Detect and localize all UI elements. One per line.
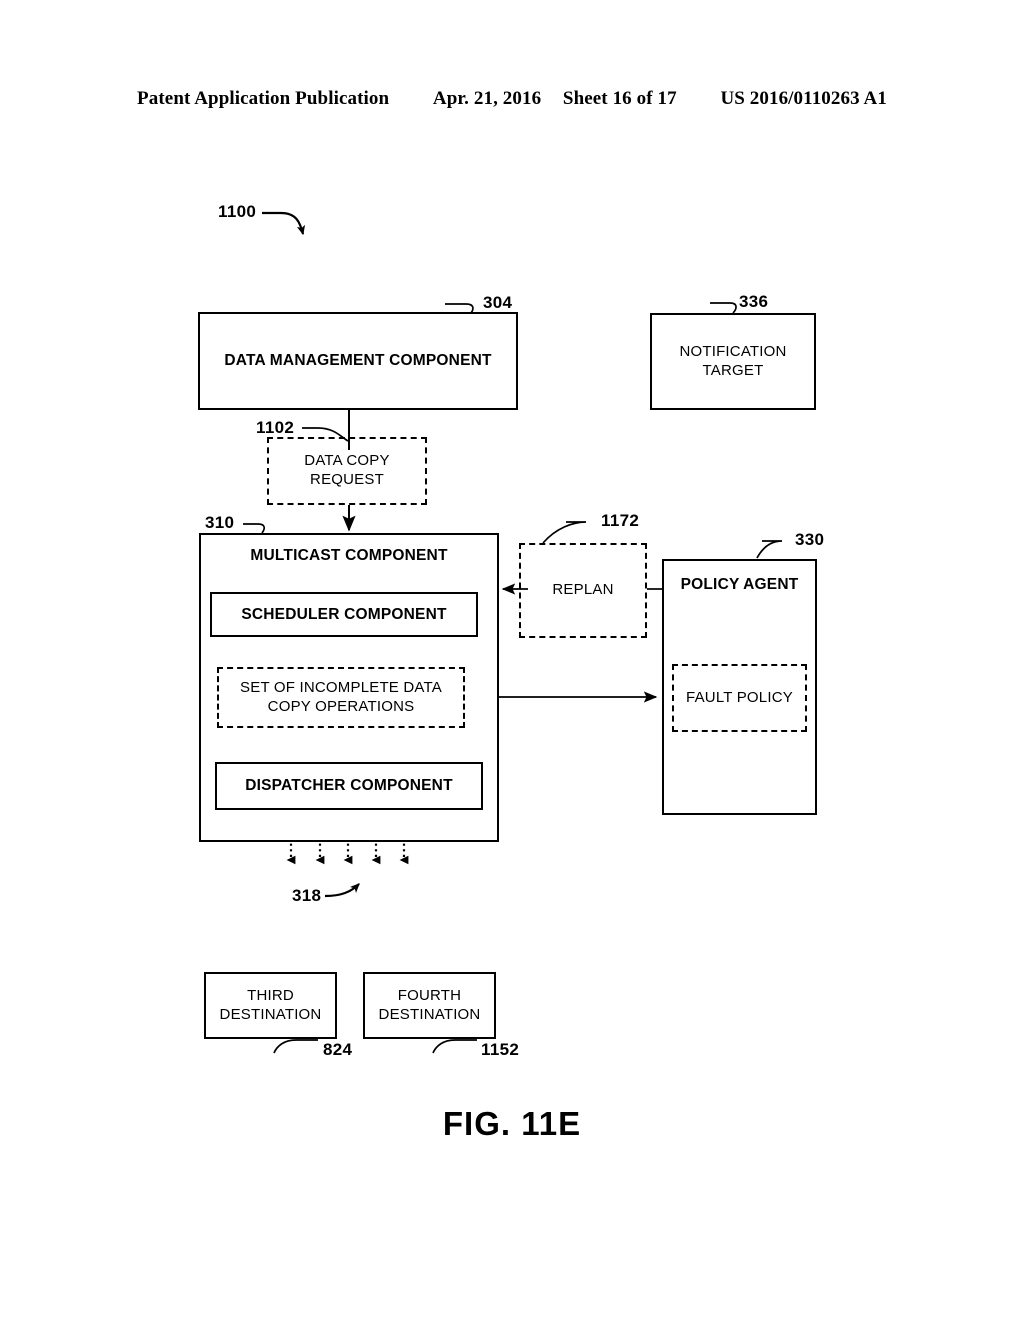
leader-1100 bbox=[262, 211, 306, 236]
multicast-component-label: MULTICAST COMPONENT bbox=[250, 547, 448, 564]
figure-caption: FIG. 11E bbox=[442, 1105, 582, 1142]
third-destination-label: THIRD DESTINATION bbox=[220, 987, 322, 1025]
ref-1100: 1100 bbox=[218, 202, 257, 221]
replan-label: REPLAN bbox=[552, 581, 614, 599]
dispatcher-component-label: DISPATCHER COMPONENT bbox=[245, 777, 453, 795]
data-copy-request-label: DATA COPY REQUEST bbox=[304, 452, 389, 490]
incomplete-ops-line-1: SET OF INCOMPLETE DATA bbox=[240, 678, 442, 696]
leader-336 bbox=[710, 302, 737, 314]
notification-target-line-1: NOTIFICATION bbox=[679, 342, 787, 360]
third-destination-line-1: THIRD bbox=[247, 986, 294, 1004]
replan-box[interactable]: REPLAN bbox=[519, 543, 647, 638]
leader-1172 bbox=[542, 521, 587, 544]
third-destination-box[interactable]: THIRD DESTINATION bbox=[204, 972, 337, 1039]
ref-318: 318 bbox=[292, 886, 322, 905]
fourth-destination-line-1: FOURTH bbox=[397, 986, 462, 1004]
ref-304: 304 bbox=[483, 293, 513, 312]
data-management-component-box[interactable]: DATA MANAGEMENT COMPONENT bbox=[198, 312, 518, 410]
fourth-destination-label: FOURTH DESTINATION bbox=[379, 987, 481, 1025]
leader-310 bbox=[243, 523, 266, 534]
leader-318 bbox=[324, 883, 360, 898]
fourth-destination-box[interactable]: FOURTH DESTINATION bbox=[363, 972, 496, 1039]
leader-1152 bbox=[432, 1039, 456, 1054]
ref-1172: 1172 bbox=[601, 511, 640, 530]
dispatcher-component-box[interactable]: DISPATCHER COMPONENT bbox=[215, 762, 483, 810]
ref-1102: 1102 bbox=[256, 418, 295, 437]
leader-330 bbox=[756, 540, 783, 559]
policy-agent-label: POLICY AGENT bbox=[680, 576, 799, 593]
data-copy-request-line-1: DATA COPY bbox=[304, 452, 390, 470]
ref-824: 824 bbox=[323, 1040, 353, 1059]
ref-330: 330 bbox=[795, 530, 825, 549]
third-destination-line-2: DESTINATION bbox=[219, 1005, 322, 1023]
scheduler-component-label: SCHEDULER COMPONENT bbox=[241, 605, 447, 623]
ref-336: 336 bbox=[739, 292, 769, 311]
ref-1152: 1152 bbox=[481, 1040, 520, 1059]
figure-11e: 1100 304 336 1102 310 312 1170 316 1172 … bbox=[0, 0, 1024, 1320]
notification-target-line-2: TARGET bbox=[702, 361, 764, 379]
incomplete-data-copy-operations-box[interactable]: SET OF INCOMPLETE DATA COPY OPERATIONS bbox=[217, 667, 465, 728]
data-copy-request-box[interactable]: DATA COPY REQUEST bbox=[267, 437, 427, 505]
fault-policy-label: FAULT POLICY bbox=[686, 688, 793, 706]
leader-824 bbox=[273, 1039, 297, 1054]
scheduler-component-box[interactable]: SCHEDULER COMPONENT bbox=[210, 592, 478, 637]
notification-target-label: NOTIFICATION TARGET bbox=[679, 343, 786, 381]
incomplete-ops-line-2: COPY OPERATIONS bbox=[267, 697, 415, 715]
fourth-destination-line-2: DESTINATION bbox=[378, 1005, 481, 1023]
fault-policy-box[interactable]: FAULT POLICY bbox=[672, 664, 807, 732]
data-management-component-label: DATA MANAGEMENT COMPONENT bbox=[224, 352, 492, 370]
ref-310: 310 bbox=[205, 513, 235, 532]
data-copy-request-line-2: REQUEST bbox=[310, 471, 384, 488]
incomplete-data-copy-operations-label: SET OF INCOMPLETE DATA COPY OPERATIONS bbox=[240, 679, 442, 717]
notification-target-box[interactable]: NOTIFICATION TARGET bbox=[650, 313, 816, 410]
